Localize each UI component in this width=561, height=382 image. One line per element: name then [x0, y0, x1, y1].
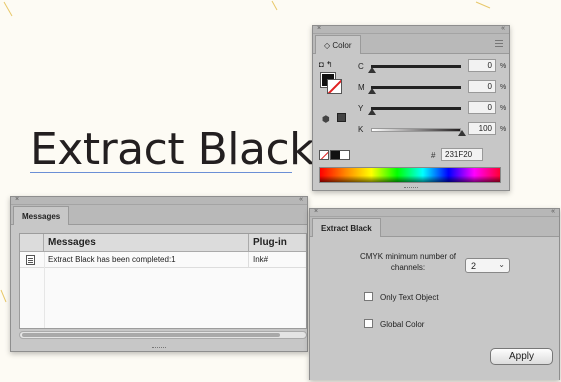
column-separator [44, 252, 45, 328]
slider-track-k[interactable] [371, 128, 461, 132]
stroke-swatch[interactable] [327, 79, 342, 94]
none-swatch-icon[interactable] [319, 150, 329, 160]
unit-m: % [500, 84, 507, 91]
unit-c: % [500, 63, 507, 70]
color-panel-body: ◘ ↰ ⬢ C 0 % M 0 % Y 0 % K 100 % # 231F20 [313, 54, 509, 191]
color-spectrum[interactable] [319, 167, 501, 183]
value-field-c[interactable]: 0 [468, 59, 496, 72]
slider-label-m: M [358, 83, 365, 92]
resize-grip[interactable] [404, 187, 418, 189]
slider-thumb-y[interactable] [368, 109, 376, 115]
slider-label-y: Y [358, 104, 364, 113]
messages-panel: × « Messages Messages Plug-in Extract Bl… [10, 196, 308, 352]
apply-button[interactable]: Apply [490, 348, 553, 365]
panel-titlebar[interactable]: × « [313, 25, 509, 34]
black-white-swatch[interactable] [330, 150, 350, 160]
slider-label-c: C [358, 62, 364, 71]
only-text-checkbox[interactable] [364, 292, 373, 301]
column-header-messages[interactable]: Messages [48, 237, 96, 248]
tab-extract-black-label: Extract Black [321, 224, 372, 233]
min-channels-value: 2 [471, 261, 477, 271]
slider-label-k: K [358, 125, 364, 134]
web-safe-swatch[interactable] [337, 113, 346, 122]
value-field-m[interactable]: 0 [468, 80, 496, 93]
collapse-icon[interactable]: « [551, 208, 555, 216]
min-channels-label: CMYK minimum number of channels: [359, 252, 457, 272]
chevron-down-icon: ⌄ [498, 260, 505, 269]
only-text-label: Only Text Object [380, 293, 439, 302]
global-color-checkbox[interactable] [364, 319, 373, 328]
panel-tabbar: ◇ Color [313, 34, 509, 54]
table-header: Messages Plug-in [20, 234, 306, 252]
panel-titlebar[interactable]: × « [11, 196, 307, 205]
collapse-icon[interactable]: « [299, 196, 303, 204]
panel-tabbar: Messages [11, 205, 307, 225]
value-field-y[interactable]: 0 [468, 101, 496, 114]
unit-y: % [500, 105, 507, 112]
tab-color[interactable]: ◇ Color [315, 35, 361, 54]
plugin-text: Ink# [253, 255, 269, 264]
close-icon[interactable]: × [15, 196, 19, 204]
icon-column-header [20, 234, 44, 252]
scrollbar-thumb[interactable] [22, 333, 280, 337]
tab-extract-black[interactable]: Extract Black [312, 218, 381, 237]
panel-menu-icon[interactable] [495, 40, 503, 47]
slider-track-m[interactable] [371, 86, 461, 89]
extract-black-body: CMYK minimum number of channels: 2 ⌄ Onl… [310, 237, 559, 380]
column-separator[interactable] [248, 234, 249, 252]
close-icon[interactable]: × [314, 208, 318, 216]
tab-color-label: Color [332, 41, 352, 50]
out-of-gamut-cube-icon[interactable]: ⬢ [322, 114, 330, 125]
column-header-plugin[interactable]: Plug-in [253, 237, 287, 248]
artboard-text[interactable]: Extract Black [30, 128, 315, 172]
slider-thumb-c[interactable] [368, 67, 376, 73]
panel-titlebar[interactable]: × « [310, 208, 559, 217]
slider-track-c[interactable] [371, 65, 461, 68]
slider-thumb-m[interactable] [368, 88, 376, 94]
document-icon [26, 255, 35, 265]
message-text: Extract Black has been completed:1 [48, 255, 176, 264]
tab-messages[interactable]: Messages [13, 206, 70, 225]
hex-hash: # [431, 151, 436, 160]
table-row[interactable]: Extract Black has been completed:1 Ink# [20, 252, 306, 268]
resize-grip[interactable] [152, 347, 166, 349]
panel-tabbar: Extract Black [310, 217, 559, 237]
swap-icon[interactable]: ◘ ↰ [319, 60, 333, 69]
min-channels-select[interactable]: 2 ⌄ [465, 258, 510, 273]
slider-thumb-k[interactable] [458, 130, 466, 136]
close-icon[interactable]: × [317, 25, 321, 33]
text-baseline [30, 172, 292, 173]
global-color-label: Global Color [380, 320, 425, 329]
hex-input[interactable]: 231F20 [441, 148, 483, 161]
column-separator [248, 252, 249, 268]
value-field-k[interactable]: 100 [468, 122, 496, 135]
slider-track-y[interactable] [371, 107, 461, 110]
horizontal-scrollbar[interactable] [19, 331, 307, 339]
extract-black-panel: × « Extract Black CMYK minimum number of… [309, 208, 560, 380]
collapse-icon[interactable]: « [501, 25, 505, 33]
unit-k: % [500, 126, 507, 133]
messages-table: Messages Plug-in Extract Black has been … [19, 233, 307, 329]
color-panel: × « ◇ Color ◘ ↰ ⬢ C 0 % M 0 % Y 0 % K 10… [312, 25, 510, 191]
